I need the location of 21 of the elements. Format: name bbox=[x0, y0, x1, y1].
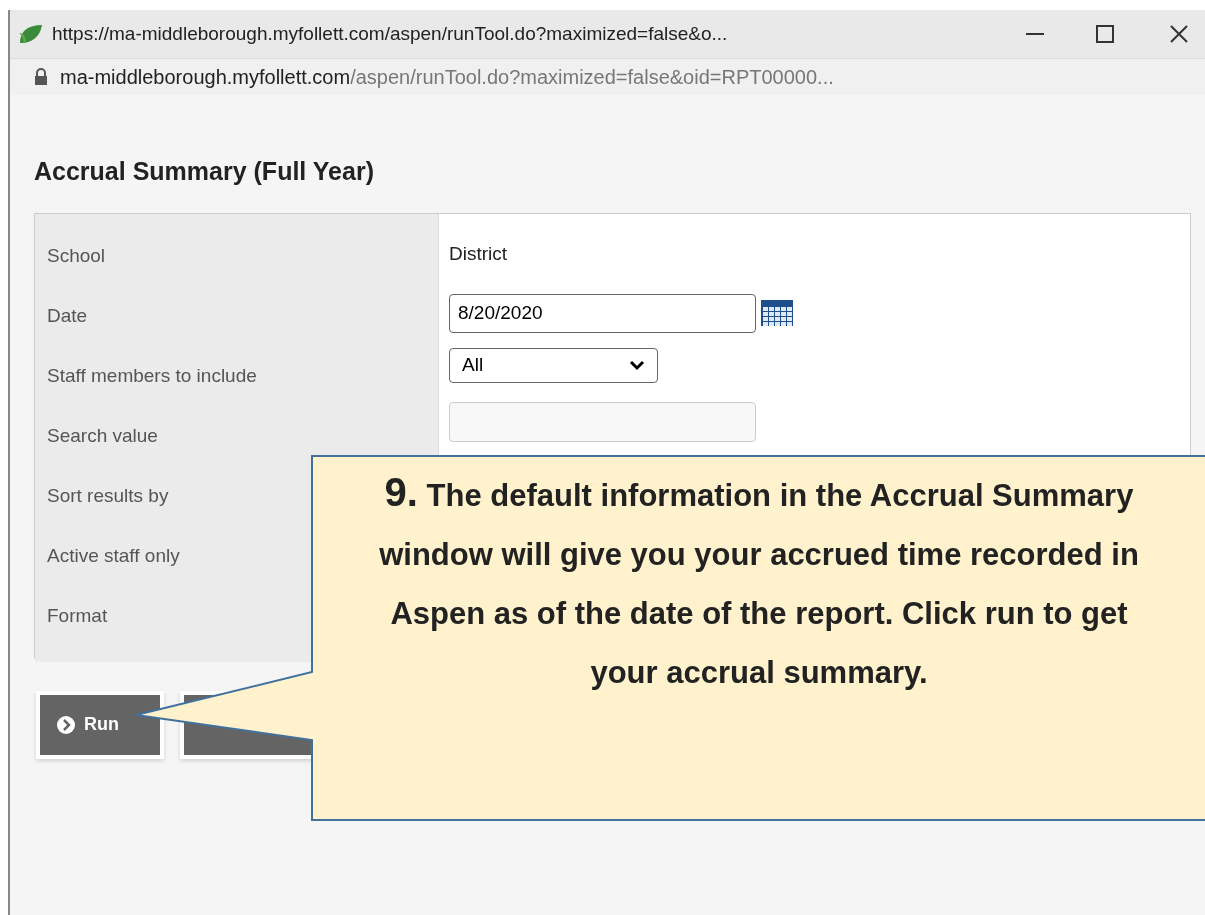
leaf-icon bbox=[18, 23, 44, 45]
chevron-down-icon bbox=[629, 359, 645, 371]
field-label: Date bbox=[47, 304, 88, 326]
callout-text: 9. The default information in the Accrual Summary window will give you your accrued time recorded in Aspen as of the date of the report. Click run to get your accrual summary. bbox=[379, 469, 1139, 692]
field-label: Sort results by bbox=[47, 484, 169, 506]
field-label: Active staff only bbox=[47, 544, 180, 566]
field-label: Search value bbox=[47, 424, 158, 446]
page-title: Accrual Summary (Full Year) bbox=[34, 156, 374, 187]
field-value: District bbox=[449, 241, 508, 266]
close-icon[interactable] bbox=[1169, 24, 1189, 44]
window-title: https://ma-middleborough.myfollett.com/aspen/runTool.do?maximized=false&o... bbox=[52, 21, 728, 46]
search-field[interactable] bbox=[449, 401, 756, 442]
staff-select[interactable]: All bbox=[449, 347, 658, 383]
chevron-circle-icon bbox=[56, 714, 76, 735]
calendar-icon[interactable] bbox=[760, 299, 794, 327]
url-text[interactable]: ma-middleborough.myfollett.com/aspen/runTool.do?maximized=false&oid=RPT00000... bbox=[60, 62, 834, 92]
lock-icon bbox=[34, 68, 48, 86]
field-label: School bbox=[47, 244, 106, 266]
field-label: Staff members to include bbox=[47, 364, 257, 386]
field-label: Format bbox=[47, 604, 108, 626]
date-field[interactable]: 8/20/2020 bbox=[449, 293, 756, 333]
